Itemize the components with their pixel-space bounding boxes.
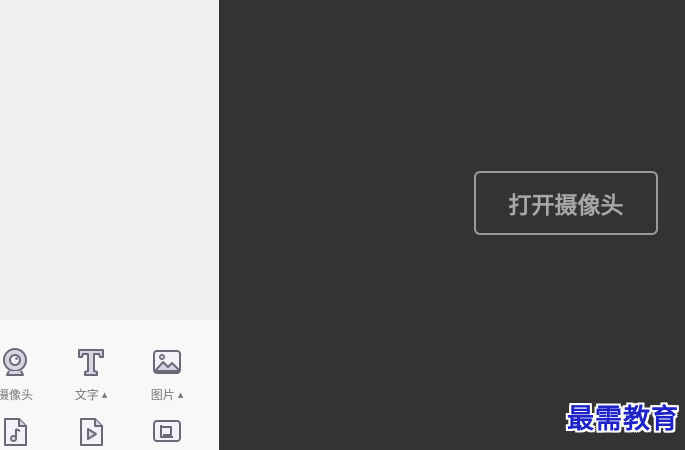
- left-panel: 摄像头 文字 ▲ 图片 ▲: [0, 0, 219, 450]
- audio-file-icon: [4, 418, 27, 446]
- preview-area: 打开摄像头: [219, 0, 685, 450]
- webcam-icon: [3, 348, 27, 376]
- caret-up-icon: ▲: [101, 391, 108, 399]
- source-image-label: 图片: [150, 388, 175, 402]
- caret-up-icon: ▲: [177, 391, 184, 399]
- source-panel: 摄像头 文字 ▲ 图片 ▲: [0, 320, 219, 450]
- watermark-logo: 最需教育: [567, 404, 679, 435]
- text-T-icon: [78, 349, 104, 376]
- image-icon: [153, 350, 181, 374]
- source-camera[interactable]: 摄像头: [0, 346, 50, 402]
- source-image[interactable]: 图片 ▲: [132, 346, 202, 403]
- screen-capture-icon: [153, 420, 181, 442]
- open-camera-button[interactable]: 打开摄像头: [474, 171, 658, 235]
- source-camera-label: 摄像头: [0, 388, 33, 402]
- source-audio[interactable]: [0, 416, 50, 450]
- source-text[interactable]: 文字 ▲: [56, 346, 126, 403]
- source-text-label-row: 文字 ▲: [56, 386, 126, 403]
- source-image-label-row: 图片 ▲: [132, 386, 202, 403]
- source-text-label: 文字: [74, 388, 99, 402]
- source-video[interactable]: [56, 416, 126, 450]
- video-file-icon: [80, 418, 103, 446]
- source-screen-capture[interactable]: [132, 416, 202, 450]
